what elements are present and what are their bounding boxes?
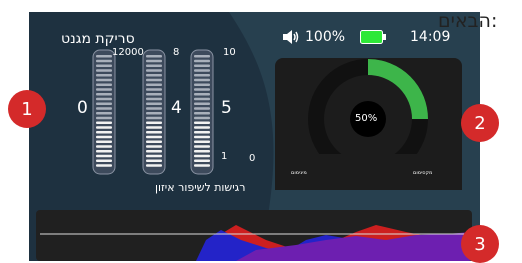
bar-segment xyxy=(146,93,162,96)
bar-segment xyxy=(194,102,210,106)
bar-segment xyxy=(194,88,210,91)
bar-segment xyxy=(194,154,210,158)
bar-segment xyxy=(146,145,162,148)
bar-segment xyxy=(146,74,162,77)
bar-segment xyxy=(146,150,162,153)
bar-segment xyxy=(146,107,162,110)
bar-segment xyxy=(96,150,112,153)
bar-segment xyxy=(96,116,112,120)
bar-segment xyxy=(96,97,112,101)
bar-segment xyxy=(146,131,162,134)
bar-segment xyxy=(146,154,162,158)
bar-segment xyxy=(194,97,210,101)
bar-segment xyxy=(146,164,162,167)
bar-segment xyxy=(194,140,210,144)
bar-segment xyxy=(146,83,162,87)
bar-segment xyxy=(96,64,112,68)
bar-segment xyxy=(146,97,162,101)
marker-1: 1 xyxy=(8,90,46,128)
gauge-label-max: מקסימום xyxy=(413,170,433,176)
bar-segment xyxy=(146,112,162,115)
gauge-percent: 50% xyxy=(355,113,378,124)
bar-segment xyxy=(146,126,162,129)
bar-segment xyxy=(194,121,210,125)
bar-segment xyxy=(96,93,112,96)
bar-segment xyxy=(194,93,210,96)
waveform-graph xyxy=(36,210,472,261)
bar-segment xyxy=(96,164,112,167)
bar-segment xyxy=(194,83,210,87)
bar-segment xyxy=(96,74,112,77)
bar-segment xyxy=(194,150,210,153)
bar-segment xyxy=(194,126,210,129)
bar-segment xyxy=(96,140,112,144)
battery-percent: 100% xyxy=(305,29,346,45)
gauge-panel: 50% מינימום מקסימום xyxy=(275,58,462,194)
bar-segment xyxy=(146,102,162,106)
bar-segment xyxy=(194,64,210,68)
bar-value-2: 4 xyxy=(171,98,182,118)
bar-segment xyxy=(146,69,162,72)
bar-segment xyxy=(146,135,162,139)
bar-segment xyxy=(96,135,112,139)
bar-segment xyxy=(146,121,162,125)
battery-full-icon xyxy=(360,29,386,48)
bar-segment xyxy=(146,64,162,68)
gauge-label-min: מינימום xyxy=(291,170,307,176)
bar-segment xyxy=(146,159,162,163)
bar-segment xyxy=(96,69,112,72)
bar-segment xyxy=(146,88,162,91)
bar-value-3: 5 xyxy=(221,98,232,118)
bar-segment xyxy=(96,126,112,129)
bar-segment xyxy=(96,121,112,125)
bar-segment xyxy=(96,112,112,115)
bar-top-label-3: 10 xyxy=(223,47,236,58)
bar-segment xyxy=(146,59,162,63)
bar-segment xyxy=(96,78,112,82)
bar-bottom-label-2: 0 xyxy=(249,153,256,164)
bar-segment xyxy=(194,145,210,148)
bar-segment xyxy=(96,154,112,158)
bar-segment xyxy=(194,135,210,139)
bar-segment xyxy=(96,159,112,163)
bar-segment xyxy=(194,74,210,77)
bar-segment xyxy=(96,83,112,87)
bar-segment xyxy=(194,107,210,110)
bar-segment xyxy=(194,131,210,134)
bar-segment xyxy=(194,159,210,163)
bar-segment xyxy=(194,69,210,72)
marker-2: 2 xyxy=(461,104,499,142)
bar-segment xyxy=(194,78,210,82)
bar-segment xyxy=(146,78,162,82)
overflow-text: הבאים: xyxy=(438,10,498,32)
bar-segment xyxy=(194,112,210,115)
bar-segment xyxy=(194,59,210,63)
bar-segment xyxy=(146,55,162,58)
bar-value-1: 0 xyxy=(77,98,88,118)
bar-segment xyxy=(194,55,210,58)
sensitivity-bars xyxy=(92,49,214,175)
bar-segment xyxy=(96,55,112,58)
bar-segment xyxy=(194,164,210,167)
marker-3: 3 xyxy=(461,225,499,263)
bar-segment xyxy=(96,102,112,106)
clock-time: 14:09 xyxy=(410,29,451,45)
bar-segment xyxy=(96,107,112,110)
bars-caption: רגישות לשיפור איזון xyxy=(155,181,246,194)
bar-segment xyxy=(146,140,162,144)
bar-segment xyxy=(194,116,210,120)
bar-segment xyxy=(96,88,112,91)
bar-bottom-label-1: 1 xyxy=(221,151,228,162)
bar-segment xyxy=(146,116,162,120)
bar-segment xyxy=(96,59,112,63)
bar-top-label-1: 12000 xyxy=(112,47,144,58)
bar-segment xyxy=(96,145,112,148)
bar-segment xyxy=(96,131,112,134)
bar-top-label-2: 8 xyxy=(173,47,180,58)
